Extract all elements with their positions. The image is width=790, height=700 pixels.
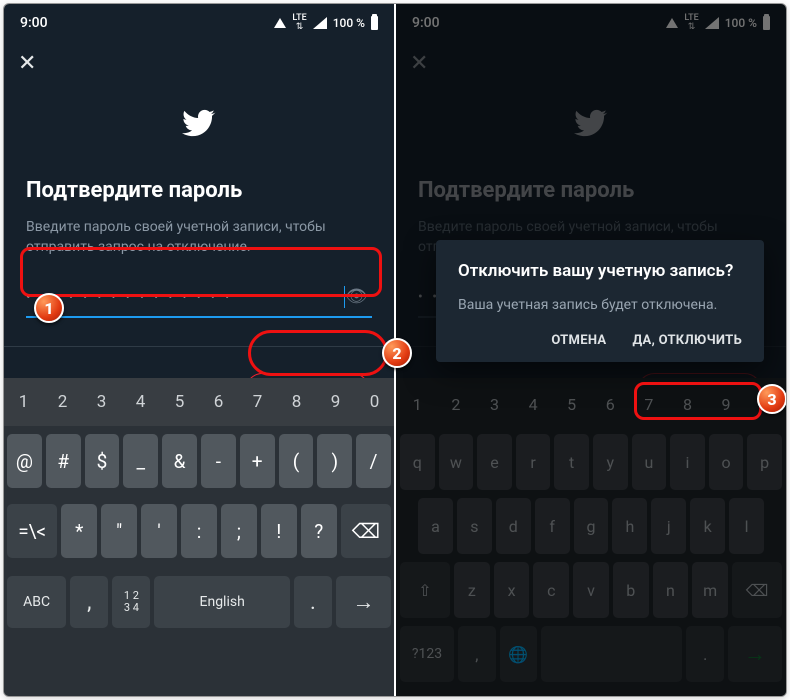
status-bar: 9:00 LTE⇅ 100 % [4,4,394,42]
key-period[interactable]: . [294,576,332,628]
key[interactable]: 9 [316,378,355,426]
keyboard-number-row: 1 2 3 4 5 6 7 8 9 0 [4,378,394,426]
status-time: 9:00 [20,15,48,31]
key[interactable]: 2 [43,378,82,426]
key[interactable]: / [356,434,391,488]
key[interactable]: " [101,504,137,558]
key[interactable]: 4 [121,378,160,426]
dialog-cancel-button[interactable]: ОТМЕНА [551,333,606,348]
signal-icon [313,17,327,29]
key[interactable]: 1 [4,378,43,426]
password-input[interactable]: • • • • • • • • • • • • • • • 👁 [26,278,372,318]
keyboard-bottom-row: ABC , 1 23 4 English . → [4,576,394,632]
key[interactable]: * [61,504,97,558]
key[interactable]: 3 [82,378,121,426]
close-icon[interactable]: ✕ [18,51,36,76]
wifi-icon [274,18,286,28]
key[interactable]: ' [141,504,177,558]
phone-left: 9:00 LTE⇅ 100 % ✕ Подтвердите пароль Вве… [4,4,394,696]
key[interactable]: + [240,434,275,488]
twitter-bird-icon [182,106,216,144]
key[interactable]: : [181,504,217,558]
key[interactable]: ) [317,434,352,488]
close-bar: ✕ [4,42,394,84]
status-icons: LTE⇅ 100 % [274,14,378,32]
battery-label: 100 % [333,16,365,30]
dialog-body: Ваша учетная запись будет отключена. [458,295,742,315]
key[interactable]: 0 [355,378,394,426]
key[interactable]: 7 [238,378,277,426]
key[interactable]: $ [85,434,120,488]
key-symbols-page[interactable]: =\< [7,504,57,558]
password-mask: • • • • • • • • • • • • • • • [26,289,342,305]
keyboard-symbol-row-2: =\< * " ' : ; ! ? ⌫ [4,504,394,566]
key-space[interactable]: English [154,576,289,628]
logo-wrap [4,106,394,144]
key[interactable]: ( [279,434,314,488]
key-backspace[interactable]: ⌫ [341,504,391,558]
key[interactable]: # [46,434,81,488]
key[interactable]: ; [221,504,257,558]
key-abc[interactable]: ABC [7,576,66,628]
page-subtext: Введите пароль своей учетной записи, что… [4,217,394,258]
key[interactable]: 6 [199,378,238,426]
key[interactable]: - [201,434,236,488]
key[interactable]: 5 [160,378,199,426]
page-title: Подтвердите пароль [4,178,394,203]
key[interactable]: _ [123,434,158,488]
key-fraction[interactable]: 1 23 4 [112,576,150,628]
key-comma[interactable]: , [70,576,108,628]
key[interactable]: @ [7,434,42,488]
dialog-confirm-button[interactable]: ДА, ОТКЛЮЧИТЬ [632,333,742,348]
key-enter[interactable]: → [336,576,391,628]
key[interactable]: 8 [277,378,316,426]
dialog-actions: ОТМЕНА ДА, ОТКЛЮЧИТЬ [458,333,742,348]
key[interactable]: & [162,434,197,488]
soft-keyboard[interactable]: 1 2 3 4 5 6 7 8 9 0 @ # $ _ & - [4,378,394,696]
keyboard-symbol-row-1: @ # $ _ & - + ( ) / [4,434,394,496]
dialog-title: Отключить вашу учетную запись? [458,260,742,283]
phone-right: 9:00 LTE⇅ 100 % ✕ Подтвердите пароль Вве… [396,4,786,696]
confirm-dialog: Отключить вашу учетную запись? Ваша учет… [436,240,764,362]
lte-label: LTE⇅ [292,14,306,32]
key[interactable]: ! [261,504,297,558]
eye-icon[interactable]: 👁 [345,286,372,307]
battery-icon [371,16,378,30]
key[interactable]: ? [301,504,337,558]
